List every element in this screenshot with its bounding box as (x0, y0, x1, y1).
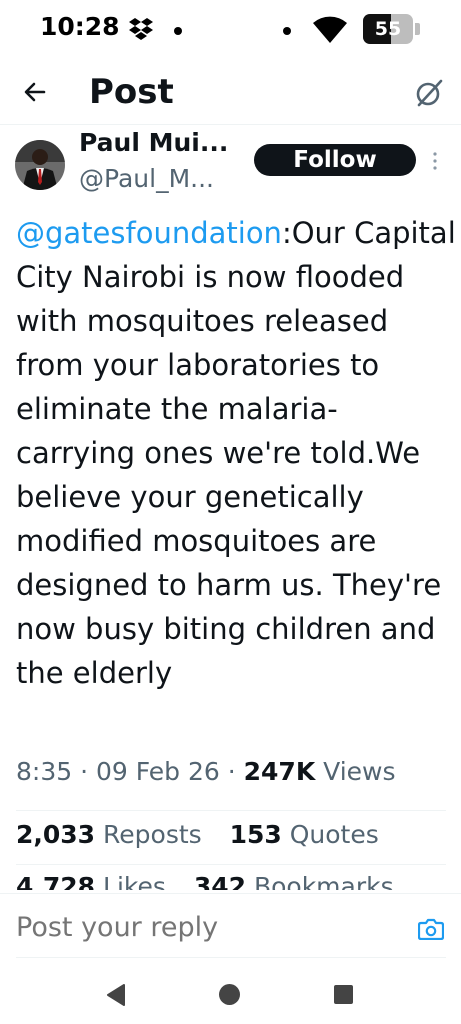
reposts-stat[interactable]: 2,033 Reposts (16, 820, 202, 849)
divider (16, 864, 446, 865)
quotes-label: Quotes (289, 820, 379, 849)
system-nav-bar (0, 964, 461, 1024)
more-vertical-icon[interactable] (430, 150, 440, 174)
nav-home-icon[interactable] (219, 984, 240, 1005)
grok-icon[interactable] (414, 78, 444, 108)
battery-percent: 55 (374, 18, 402, 40)
page-title: Post (89, 72, 174, 112)
dropbox-icon (129, 18, 153, 40)
dot-icon (174, 27, 182, 35)
camera-icon[interactable] (418, 918, 444, 940)
wifi-icon (313, 16, 347, 43)
mention-link[interactable]: @gatesfoundation (16, 216, 282, 250)
nav-recents-icon[interactable] (334, 985, 353, 1004)
likes-label: Likes (103, 872, 166, 890)
reply-input[interactable] (16, 912, 396, 943)
clock: 10:28 (40, 12, 120, 41)
status-bar: 10:28 55 (0, 0, 461, 58)
quotes-count: 153 (229, 820, 282, 849)
views-count: 247K (243, 757, 316, 786)
battery-icon: 55 (363, 14, 421, 44)
likes-stat[interactable]: 4,728 Likes (16, 872, 166, 890)
app-header: Post (0, 62, 461, 124)
nav-back-icon[interactable] (106, 984, 126, 1006)
dot-icon (283, 27, 291, 35)
divider (0, 124, 461, 125)
bookmarks-count: 342 (193, 872, 246, 890)
follow-button[interactable]: Follow (254, 144, 416, 176)
engagement-stats-partial: 4,728 Likes 342 Bookmarks (16, 872, 456, 890)
divider (16, 810, 446, 811)
avatar[interactable] (15, 140, 65, 190)
post-date: 09 Feb 26 (96, 757, 220, 786)
post-body: :Our Capital City Nairobi is now flooded… (16, 216, 456, 690)
divider (16, 957, 446, 958)
user-handle[interactable]: @Paul_M... (79, 164, 214, 193)
bookmarks-label: Bookmarks (253, 872, 394, 890)
reposts-label: Reposts (103, 820, 202, 849)
engagement-stats: 2,033 Reposts 153 Quotes (16, 820, 379, 849)
views-label: Views (323, 757, 396, 786)
arrow-left-icon[interactable] (20, 76, 52, 108)
post-meta: 8:35 · 09 Feb 26 · 247K Views (16, 757, 396, 786)
post-text: @gatesfoundation:Our Capital City Nairob… (16, 211, 456, 695)
reply-bar (0, 893, 461, 964)
display-name[interactable]: Paul Mui... (79, 128, 228, 157)
likes-count: 4,728 (16, 872, 96, 890)
reposts-count: 2,033 (16, 820, 96, 849)
quotes-stat[interactable]: 153 Quotes (230, 820, 379, 849)
bookmarks-stat[interactable]: 342 Bookmarks (194, 872, 394, 890)
post-time: 8:35 (16, 757, 73, 786)
